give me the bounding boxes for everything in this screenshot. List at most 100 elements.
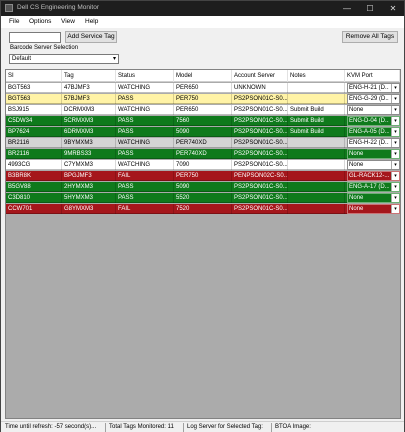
cell-model[interactable]: 5520 [174, 193, 232, 203]
chevron-down-icon[interactable]: ▾ [391, 205, 399, 213]
cell-status[interactable]: PASS [116, 182, 174, 192]
cell-notes[interactable] [288, 94, 345, 104]
cell-status[interactable]: WATCHING [116, 105, 174, 115]
cell-si[interactable]: B3BR8K [6, 171, 62, 181]
cell-model[interactable]: PER740XD [174, 138, 232, 148]
table-row[interactable]: BGT563 47BJMF3 WATCHING PER650 UNKNOWN ENG-H-… [6, 83, 400, 93]
cell-notes[interactable] [288, 182, 345, 192]
tag-grid[interactable]: SI Tag Status Model Account Server Notes… [5, 69, 401, 419]
chevron-down-icon[interactable]: ▾ [391, 139, 399, 147]
kvm-port-select[interactable]: ENG-A-05 (D... ▾ [347, 127, 400, 137]
column-header-si[interactable]: SI [6, 70, 62, 82]
cell-status[interactable]: PASS [116, 94, 174, 104]
cell-si[interactable]: BGT563 [6, 94, 62, 104]
cell-account-server[interactable]: PS2PSON01C-S0... [232, 127, 288, 137]
cell-status[interactable]: PASS [116, 193, 174, 203]
table-row[interactable]: C3D810 5HYMXM3 PASS 5520 PS2PSON01C-S0... Non… [6, 193, 400, 203]
service-tag-input[interactable] [9, 32, 61, 43]
kvm-port-select[interactable]: ENG-H-22 (D... ▾ [347, 138, 400, 148]
cell-tag[interactable]: G8YMXM3 [62, 204, 116, 214]
cell-status[interactable]: FAIL [116, 171, 174, 181]
cell-model[interactable]: PER740XD [174, 149, 232, 159]
cell-si[interactable]: B5GV88 [6, 182, 62, 192]
cell-tag[interactable]: 5CRMXM3 [62, 116, 116, 126]
cell-notes[interactable]: Submit Build [288, 127, 345, 137]
menu-help[interactable]: Help [85, 18, 98, 25]
column-header-kvm-port[interactable]: KVM Port [345, 70, 400, 82]
cell-model[interactable]: 7560 [174, 116, 232, 126]
cell-tag[interactable]: 57BJMF3 [62, 94, 116, 104]
cell-si[interactable]: CCW701 [6, 204, 62, 214]
cell-account-server[interactable]: PS2PSON01C-S0... [232, 204, 288, 214]
cell-si[interactable]: BP7624 [6, 127, 62, 137]
cell-account-server[interactable]: PS2PSON01C-S0... [232, 138, 288, 148]
menu-view[interactable]: View [61, 18, 75, 25]
cell-notes[interactable] [288, 204, 345, 214]
table-row[interactable]: C5DW34 5CRMXM3 PASS 7560 PS2PSON01C-S0... Sub… [6, 116, 400, 126]
cell-model[interactable]: 5090 [174, 182, 232, 192]
cell-notes[interactable] [288, 138, 345, 148]
chevron-down-icon[interactable]: ▾ [391, 95, 399, 103]
table-row[interactable]: CCW701 G8YMXM3 FAIL 7520 PS2PSON01C-S0... Non… [6, 204, 400, 214]
cell-tag[interactable]: 9BYMXM3 [62, 138, 116, 148]
minimize-button[interactable]: — [336, 1, 358, 16]
cell-si[interactable]: 4993CG [6, 160, 62, 170]
cell-si[interactable]: BGT563 [6, 83, 62, 93]
chevron-down-icon[interactable]: ▾ [391, 84, 399, 92]
cell-notes[interactable] [288, 83, 345, 93]
table-row[interactable]: BR2116 9BYMXM3 WATCHING PER740XD PS2PSON01C-… [6, 138, 400, 148]
cell-account-server[interactable]: PS2PSON01C-S0... [232, 94, 288, 104]
maximize-button[interactable]: ☐ [359, 1, 381, 16]
kvm-port-select[interactable]: ENG-D-04 (D... ▾ [347, 116, 400, 126]
cell-account-server[interactable]: PS2PSON01C-S0... [232, 160, 288, 170]
cell-si[interactable]: BR2116 [6, 149, 62, 159]
cell-model[interactable]: PER750 [174, 171, 232, 181]
cell-status[interactable]: FAIL [116, 204, 174, 214]
table-row[interactable]: BGT563 57BJMF3 PASS PER750 PS2PSON01C-S0... E… [6, 94, 400, 104]
cell-account-server[interactable]: PS2PSON01C-S0... [232, 193, 288, 203]
kvm-port-select[interactable]: GL-RACK12-... ▾ [347, 171, 400, 181]
cell-tag[interactable]: 9MRBS33 [62, 149, 116, 159]
barcode-server-select[interactable]: Default ▾ [9, 54, 119, 64]
kvm-port-select[interactable]: None ▾ [347, 149, 400, 159]
kvm-port-select[interactable]: ENG-H-21 (D... ▾ [347, 83, 400, 93]
cell-model[interactable]: 7520 [174, 204, 232, 214]
menu-file[interactable]: File [9, 18, 19, 25]
cell-tag[interactable]: 5HYMXM3 [62, 193, 116, 203]
chevron-down-icon[interactable]: ▾ [391, 106, 399, 114]
chevron-down-icon[interactable]: ▾ [391, 117, 399, 125]
cell-notes[interactable] [288, 160, 345, 170]
cell-si[interactable]: C5DW34 [6, 116, 62, 126]
cell-notes[interactable]: Submit Build [288, 105, 345, 115]
chevron-down-icon[interactable]: ▾ [391, 172, 399, 180]
cell-status[interactable]: PASS [116, 127, 174, 137]
kvm-port-select[interactable]: ENG-G-29 (D... ▾ [347, 94, 400, 104]
cell-status[interactable]: WATCHING [116, 138, 174, 148]
cell-si[interactable]: BSJ915 [6, 105, 62, 115]
table-row[interactable]: BR2116 9MRBS33 PASS PER740XD PS2PSON01C-S0..… [6, 149, 400, 159]
chevron-down-icon[interactable]: ▾ [391, 183, 399, 191]
column-header-tag[interactable]: Tag [62, 70, 116, 82]
cell-account-server[interactable]: UNKNOWN [232, 83, 288, 93]
chevron-down-icon[interactable]: ▾ [391, 194, 399, 202]
table-row[interactable]: BSJ915 DCRMXM3 WATCHING PER650 PS2PSON01C-S0… [6, 105, 400, 115]
chevron-down-icon[interactable]: ▾ [391, 150, 399, 158]
cell-model[interactable]: 7090 [174, 160, 232, 170]
cell-tag[interactable]: 6DRMXM3 [62, 127, 116, 137]
kvm-port-select[interactable]: None ▾ [347, 204, 400, 214]
cell-si[interactable]: BR2116 [6, 138, 62, 148]
cell-model[interactable]: PER750 [174, 94, 232, 104]
cell-status[interactable]: PASS [116, 116, 174, 126]
column-header-model[interactable]: Model [174, 70, 232, 82]
table-row[interactable]: B3BR8K BPGJMF3 FAIL PER750 PENPSON02C-S0... G… [6, 171, 400, 181]
cell-account-server[interactable]: PS2PSON01C-S0... [232, 182, 288, 192]
add-service-tag-button[interactable]: Add Service Tag [65, 31, 117, 43]
column-header-notes[interactable]: Notes [288, 70, 345, 82]
kvm-port-select[interactable]: None ▾ [347, 193, 400, 203]
cell-tag[interactable]: DCRMXM3 [62, 105, 116, 115]
kvm-port-select[interactable]: ENG-A-17 (D... ▾ [347, 182, 400, 192]
cell-model[interactable]: 5090 [174, 127, 232, 137]
chevron-down-icon[interactable]: ▾ [391, 161, 399, 169]
column-header-account-server[interactable]: Account Server [232, 70, 288, 82]
table-row[interactable]: 4993CG C7YMXM3 WATCHING 7090 PS2PSON01C-S0..… [6, 160, 400, 170]
